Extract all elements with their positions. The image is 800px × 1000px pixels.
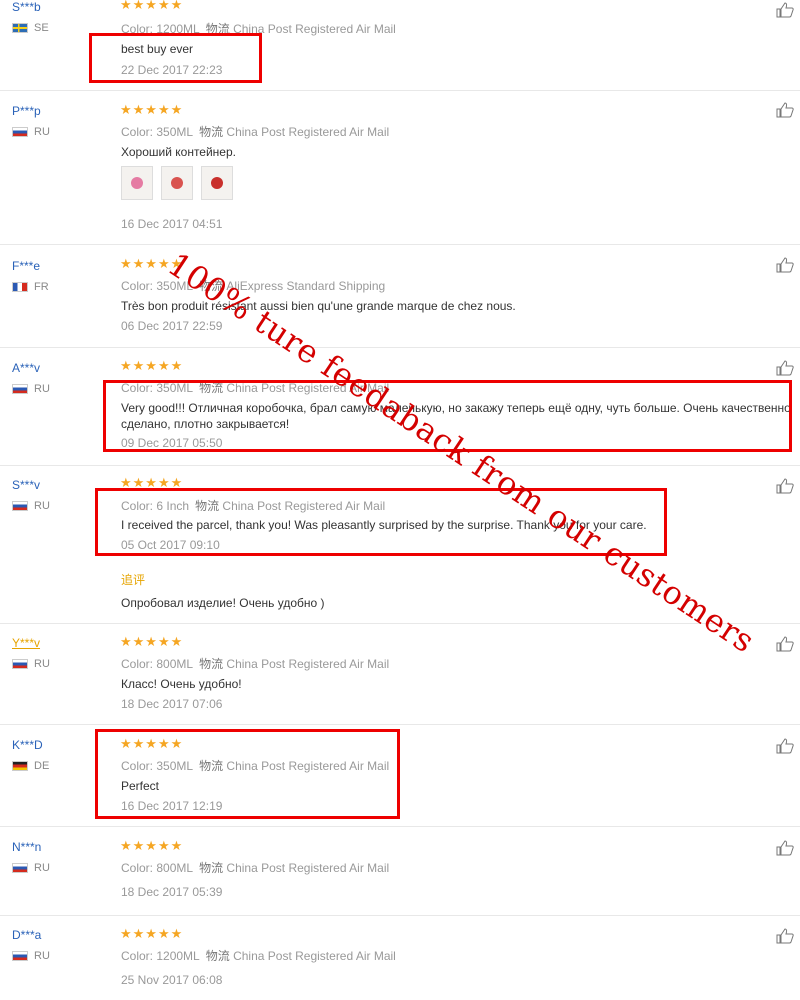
reviewer-country: FR	[12, 281, 49, 293]
thumbs-up-icon[interactable]	[776, 257, 794, 273]
review-photo[interactable]	[121, 166, 153, 200]
star-rating: ★★★★★	[120, 0, 184, 12]
review-photo[interactable]	[161, 166, 193, 200]
review-text: Хороший контейнер.	[121, 145, 236, 159]
france-flag-icon	[12, 282, 28, 292]
star-rating: ★★★★★	[120, 358, 184, 373]
additional-review-label: 追评	[121, 573, 146, 587]
reviewer-country: RU	[12, 126, 50, 138]
thumbs-up-icon[interactable]	[776, 478, 794, 494]
reviewer-name[interactable]: S***b	[12, 0, 41, 14]
review-item: Y***v RU ★★★★★ Color: 800ML 物流 China Post…	[0, 634, 800, 725]
star-rating: ★★★★★	[120, 102, 184, 117]
thumbs-up-icon[interactable]	[776, 738, 794, 754]
review-date: 16 Dec 2017 04:51	[121, 217, 223, 231]
reviewer-name[interactable]: S***v	[12, 478, 40, 492]
thumbs-up-icon[interactable]	[776, 840, 794, 856]
review-date: 18 Dec 2017 05:39	[121, 885, 223, 899]
reviewer-name[interactable]: K***D	[12, 738, 43, 752]
order-info: Color: 350ML 物流 China Post Registered Air…	[121, 125, 390, 139]
thumbs-up-icon[interactable]	[776, 360, 794, 376]
russia-flag-icon	[12, 501, 28, 511]
russia-flag-icon	[12, 951, 28, 961]
thumbs-up-icon[interactable]	[776, 928, 794, 944]
review-text: Très bon produit résistant aussi bien qu…	[121, 299, 516, 313]
reviewer-country: DE	[12, 760, 49, 772]
sweden-flag-icon	[12, 23, 28, 33]
reviewer-name[interactable]: F***e	[12, 259, 40, 273]
highlight-box	[95, 729, 400, 819]
reviewer-country: RU	[12, 862, 50, 874]
reviewer-name[interactable]: A***v	[12, 361, 40, 375]
reviewer-country: SE	[12, 22, 49, 34]
review-date: 25 Nov 2017 06:08	[121, 973, 223, 987]
star-rating: ★★★★★	[120, 634, 184, 649]
reviewer-name[interactable]: N***n	[12, 840, 41, 854]
highlight-box	[89, 33, 262, 83]
review-photo[interactable]	[201, 166, 233, 200]
reviewer-name[interactable]: P***p	[12, 104, 41, 118]
russia-flag-icon	[12, 384, 28, 394]
russia-flag-icon	[12, 863, 28, 873]
reviewer-country: RU	[12, 950, 50, 962]
thumbs-up-icon[interactable]	[776, 636, 794, 652]
review-item: P***p RU ★★★★★ Color: 350ML 物流 China Post…	[0, 100, 800, 245]
russia-flag-icon	[12, 659, 28, 669]
review-item: F***e FR ★★★★★ Color: 350ML 物流 AliExpress…	[0, 255, 800, 348]
order-info: Color: 1200ML 物流 China Post Registered Ai…	[121, 949, 396, 963]
review-photos	[121, 166, 233, 200]
order-info: Color: 800ML 物流 China Post Registered Air…	[121, 657, 390, 671]
review-item: D***a RU ★★★★★ Color: 1200ML 物流 China Pos…	[0, 926, 800, 1000]
reviewer-country: RU	[12, 500, 50, 512]
additional-review-text: Опробовал изделие! Очень удобно )	[121, 596, 325, 610]
russia-flag-icon	[12, 127, 28, 137]
reviewer-country: RU	[12, 658, 50, 670]
star-rating: ★★★★★	[120, 838, 184, 853]
order-info: Color: 800ML 物流 China Post Registered Air…	[121, 861, 390, 875]
reviewer-name[interactable]: D***a	[12, 928, 41, 942]
reviewer-name[interactable]: Y***v	[12, 636, 40, 650]
reviewer-country: RU	[12, 383, 50, 395]
thumbs-up-icon[interactable]	[776, 102, 794, 118]
review-date: 06 Dec 2017 22:59	[121, 319, 223, 333]
germany-flag-icon	[12, 761, 28, 771]
review-text: Класс! Очень удобно!	[121, 677, 242, 691]
review-item: N***n RU ★★★★★ Color: 800ML 物流 China Post…	[0, 838, 800, 916]
review-date: 18 Dec 2017 07:06	[121, 697, 223, 711]
thumbs-up-icon[interactable]	[776, 2, 794, 18]
star-rating: ★★★★★	[120, 926, 184, 941]
